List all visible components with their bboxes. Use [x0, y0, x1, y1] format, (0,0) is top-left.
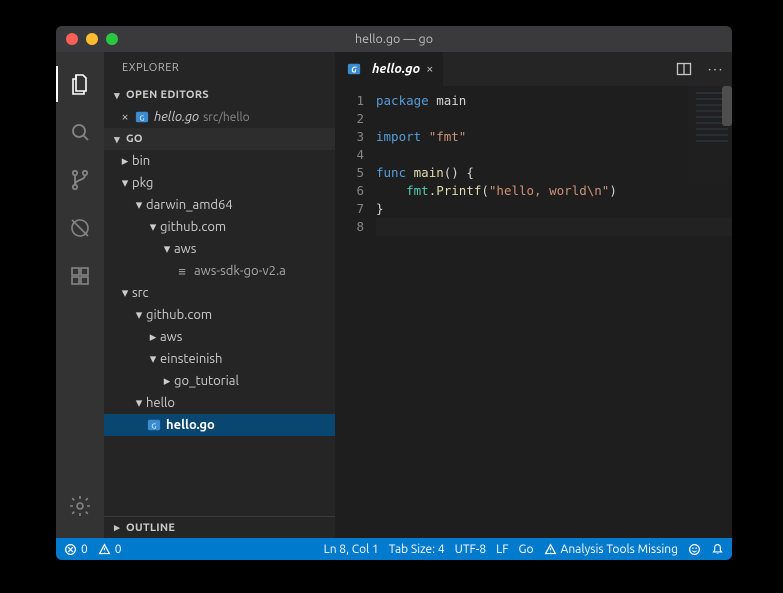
svg-text:G: G — [139, 115, 144, 123]
tree-folder-github2[interactable]: ▾github.com — [104, 304, 335, 326]
section-label: OUTLINE — [126, 522, 175, 534]
svg-text:G: G — [351, 67, 357, 75]
gear-icon — [68, 494, 92, 518]
status-warnings[interactable]: 0 — [98, 543, 122, 556]
chevron-down-icon: ▾ — [146, 220, 160, 235]
chevron-down-icon: ▾ — [110, 133, 124, 146]
activity-settings[interactable] — [56, 482, 104, 530]
activity-explorer[interactable] — [56, 60, 104, 108]
tab-bar: G hello.go × ··· — [336, 52, 732, 86]
status-analysis-message[interactable]: Analysis Tools Missing — [544, 543, 678, 556]
chevron-down-icon: ▾ — [118, 176, 132, 191]
chevron-right-icon: ▸ — [146, 330, 160, 345]
activity-extensions[interactable] — [56, 252, 104, 300]
tree-folder-bin[interactable]: ▸bin — [104, 150, 335, 172]
chevron-down-icon: ▾ — [132, 396, 146, 411]
editor-body[interactable]: 1 2 3 4 5 6 7 8 package main import "fmt… — [336, 86, 732, 538]
tree-file-hello-go[interactable]: G hello.go — [104, 414, 335, 436]
titlebar[interactable]: hello.go — go — [56, 26, 732, 52]
files-icon — [68, 72, 92, 96]
chevron-down-icon: ▾ — [118, 286, 132, 301]
editor-area: G hello.go × ··· 1 2 3 4 — [336, 52, 732, 538]
sidebar-explorer: EXPLORER ▾ OPEN EDITORS × G hello.go src… — [104, 52, 336, 538]
window-title: hello.go — go — [56, 32, 732, 46]
status-cursor-position[interactable]: Ln 8, Col 1 — [324, 543, 379, 556]
split-editor-button[interactable] — [668, 52, 700, 86]
go-file-icon: G — [346, 62, 362, 76]
activity-search[interactable] — [56, 108, 104, 156]
tree-file-aws-archive[interactable]: ≡aws-sdk-go-v2.a — [104, 260, 335, 282]
status-language[interactable]: Go — [519, 543, 534, 556]
activity-bar — [56, 52, 104, 538]
status-tab-size[interactable]: Tab Size: 4 — [389, 543, 445, 556]
svg-text:G: G — [151, 423, 156, 431]
search-icon — [68, 120, 92, 144]
minimap[interactable] — [688, 86, 732, 538]
warning-icon — [98, 543, 111, 556]
vscode-window: hello.go — go EX — [56, 26, 732, 560]
section-open-editors[interactable]: ▾ OPEN EDITORS — [104, 84, 335, 106]
branch-icon — [68, 168, 92, 192]
close-icon[interactable]: × — [426, 62, 433, 76]
status-eol[interactable]: LF — [496, 543, 508, 556]
open-editor-path: src/hello — [203, 111, 250, 124]
tab-label: hello.go — [372, 62, 420, 76]
tree-folder-darwin[interactable]: ▾darwin_amd64 — [104, 194, 335, 216]
line-number-gutter: 1 2 3 4 5 6 7 8 — [336, 86, 376, 538]
more-actions-button[interactable]: ··· — [700, 52, 732, 86]
status-encoding[interactable]: UTF-8 — [455, 543, 486, 556]
tree-folder-src[interactable]: ▾src — [104, 282, 335, 304]
error-icon — [64, 543, 77, 556]
sidebar-title: EXPLORER — [104, 52, 335, 84]
tree-folder-einsteinish[interactable]: ▾einsteinish — [104, 348, 335, 370]
status-errors[interactable]: 0 — [64, 543, 88, 556]
scrollbar-vertical[interactable] — [722, 86, 732, 126]
activity-debug[interactable] — [56, 204, 104, 252]
chevron-down-icon: ▾ — [160, 242, 174, 257]
activity-source-control[interactable] — [56, 156, 104, 204]
tab-hello-go[interactable]: G hello.go × — [336, 52, 443, 86]
smiley-icon — [688, 543, 701, 556]
close-icon[interactable]: × — [118, 110, 132, 124]
tree-folder-aws[interactable]: ▾aws — [104, 238, 335, 260]
file-icon: ≡ — [174, 264, 190, 279]
extensions-icon — [68, 264, 92, 288]
go-file-icon: G — [146, 418, 162, 432]
chevron-down-icon: ▾ — [132, 308, 146, 323]
tree-folder-hello[interactable]: ▾hello — [104, 392, 335, 414]
tree-folder-aws2[interactable]: ▸aws — [104, 326, 335, 348]
split-icon — [676, 61, 692, 77]
chevron-right-icon: ▸ — [160, 374, 174, 389]
more-icon: ··· — [708, 61, 724, 77]
bell-icon — [711, 543, 724, 556]
section-workspace[interactable]: ▾ GO — [104, 128, 335, 150]
file-tree: ▸bin ▾pkg ▾darwin_amd64 ▾github.com ▾aws… — [104, 150, 335, 436]
code-content[interactable]: package main import "fmt" func main() { … — [376, 86, 732, 538]
go-file-icon: G — [134, 110, 150, 124]
tree-folder-github[interactable]: ▾github.com — [104, 216, 335, 238]
tree-folder-pkg[interactable]: ▾pkg — [104, 172, 335, 194]
open-editor-item[interactable]: × G hello.go src/hello — [104, 106, 335, 128]
status-bar: 0 0 Ln 8, Col 1 Tab Size: 4 UTF-8 LF Go … — [56, 538, 732, 560]
chevron-right-icon: ▸ — [118, 154, 132, 169]
status-notifications[interactable] — [711, 543, 724, 556]
section-label: OPEN EDITORS — [126, 89, 209, 101]
chevron-down-icon: ▾ — [146, 352, 160, 367]
tree-folder-go-tutorial[interactable]: ▸go_tutorial — [104, 370, 335, 392]
warning-icon — [544, 543, 557, 556]
status-feedback[interactable] — [688, 543, 701, 556]
open-editor-filename: hello.go — [154, 110, 199, 124]
section-outline[interactable]: ▸ OUTLINE — [104, 516, 335, 538]
bug-icon — [68, 216, 92, 240]
chevron-down-icon: ▾ — [132, 198, 146, 213]
chevron-down-icon: ▾ — [110, 89, 124, 102]
chevron-right-icon: ▸ — [110, 521, 124, 534]
section-label: GO — [126, 133, 143, 145]
